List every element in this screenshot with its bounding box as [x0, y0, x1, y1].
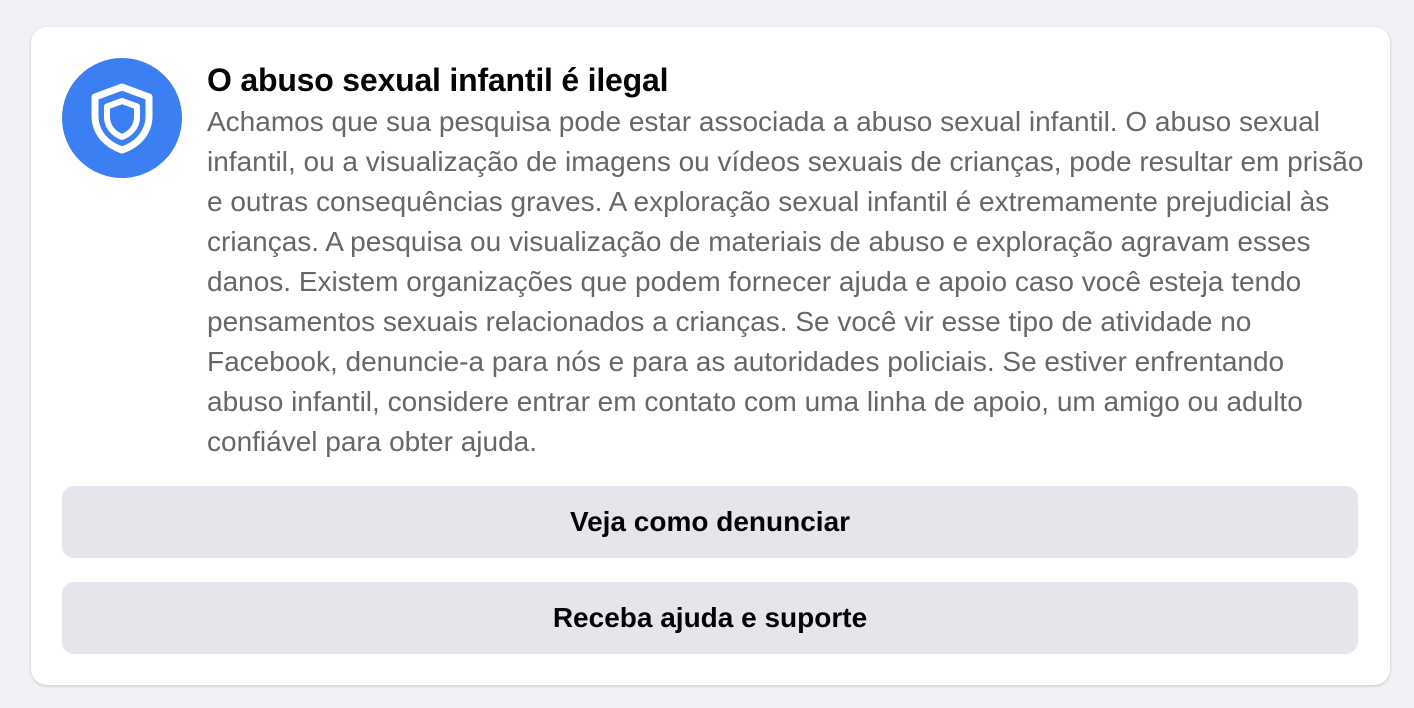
notice-body: Achamos que sua pesquisa pode estar asso… — [207, 106, 1364, 457]
help-support-button[interactable]: Receba ajuda e suporte — [62, 582, 1358, 654]
shield-badge — [62, 58, 182, 178]
notice-title: O abuso sexual infantil é ilegal — [207, 62, 669, 98]
report-button[interactable]: Veja como denunciar — [62, 486, 1358, 558]
warning-card: O abuso sexual infantil é ilegal Achamos… — [31, 27, 1390, 685]
notice-text: O abuso sexual infantil é ilegal Achamos… — [207, 60, 1367, 462]
shield-icon — [91, 83, 153, 154]
